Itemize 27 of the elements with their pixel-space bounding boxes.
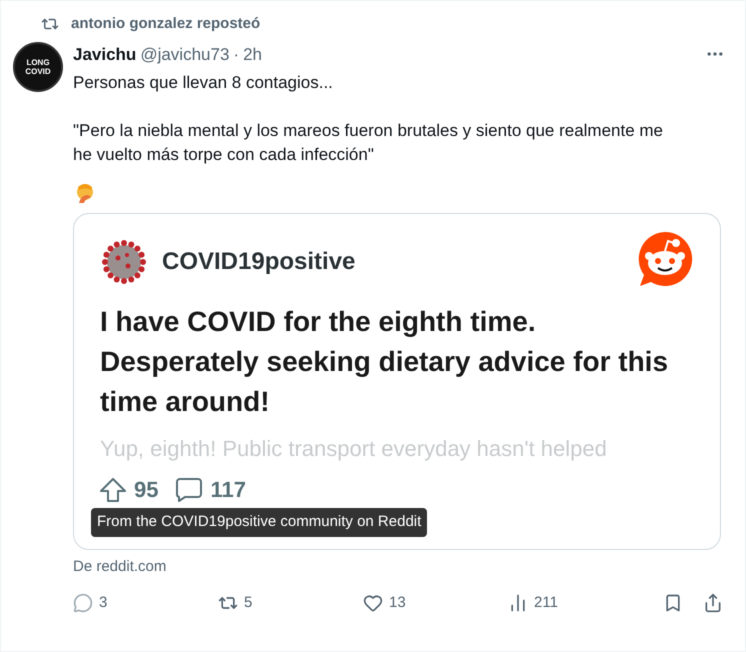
post-title: I have COVID for the eighth time. Desperately seeking dietary advice for this time around! bbox=[100, 305, 670, 419]
avatar[interactable]: LONG COVID bbox=[13, 42, 63, 92]
tooltip: From the COVID19positive community on Reddit bbox=[91, 508, 428, 536]
comment-count: 117 bbox=[210, 476, 246, 504]
post-text: Personas que llevan 8 contagios... bbox=[73, 72, 334, 94]
separator: · bbox=[233, 44, 240, 66]
post-text: "Pero la niebla mental y los mareos fueron brutales y siento que realmente me he vuelto más torpe con cada infección" bbox=[73, 120, 664, 166]
virus-icon bbox=[100, 238, 148, 286]
upvote-count: 95 bbox=[134, 476, 158, 504]
source-link[interactable]: De reddit.com bbox=[73, 556, 725, 578]
like-icon bbox=[363, 593, 383, 614]
repost-button[interactable]: 5 bbox=[218, 592, 363, 614]
reply-icon bbox=[73, 593, 93, 614]
share-icon[interactable] bbox=[703, 593, 723, 614]
like-button[interactable]: 13 bbox=[363, 592, 508, 614]
comment-icon bbox=[176, 478, 202, 502]
views-button[interactable]: 211 bbox=[508, 592, 658, 614]
upvote-icon bbox=[100, 478, 126, 502]
post-time[interactable]: 2h bbox=[243, 42, 262, 67]
community-name: COVID19positive bbox=[162, 247, 356, 277]
avatar-text: LONG bbox=[26, 58, 50, 66]
reddit-logo-icon bbox=[636, 230, 694, 288]
author-handle[interactable]: @javichu73 bbox=[140, 42, 230, 67]
repost-label[interactable]: antonio gonzalez reposteó bbox=[71, 13, 260, 36]
avatar-text: COVID bbox=[25, 66, 51, 76]
author-name[interactable]: Javichu bbox=[73, 42, 136, 67]
reply-button[interactable]: 3 bbox=[73, 592, 218, 614]
